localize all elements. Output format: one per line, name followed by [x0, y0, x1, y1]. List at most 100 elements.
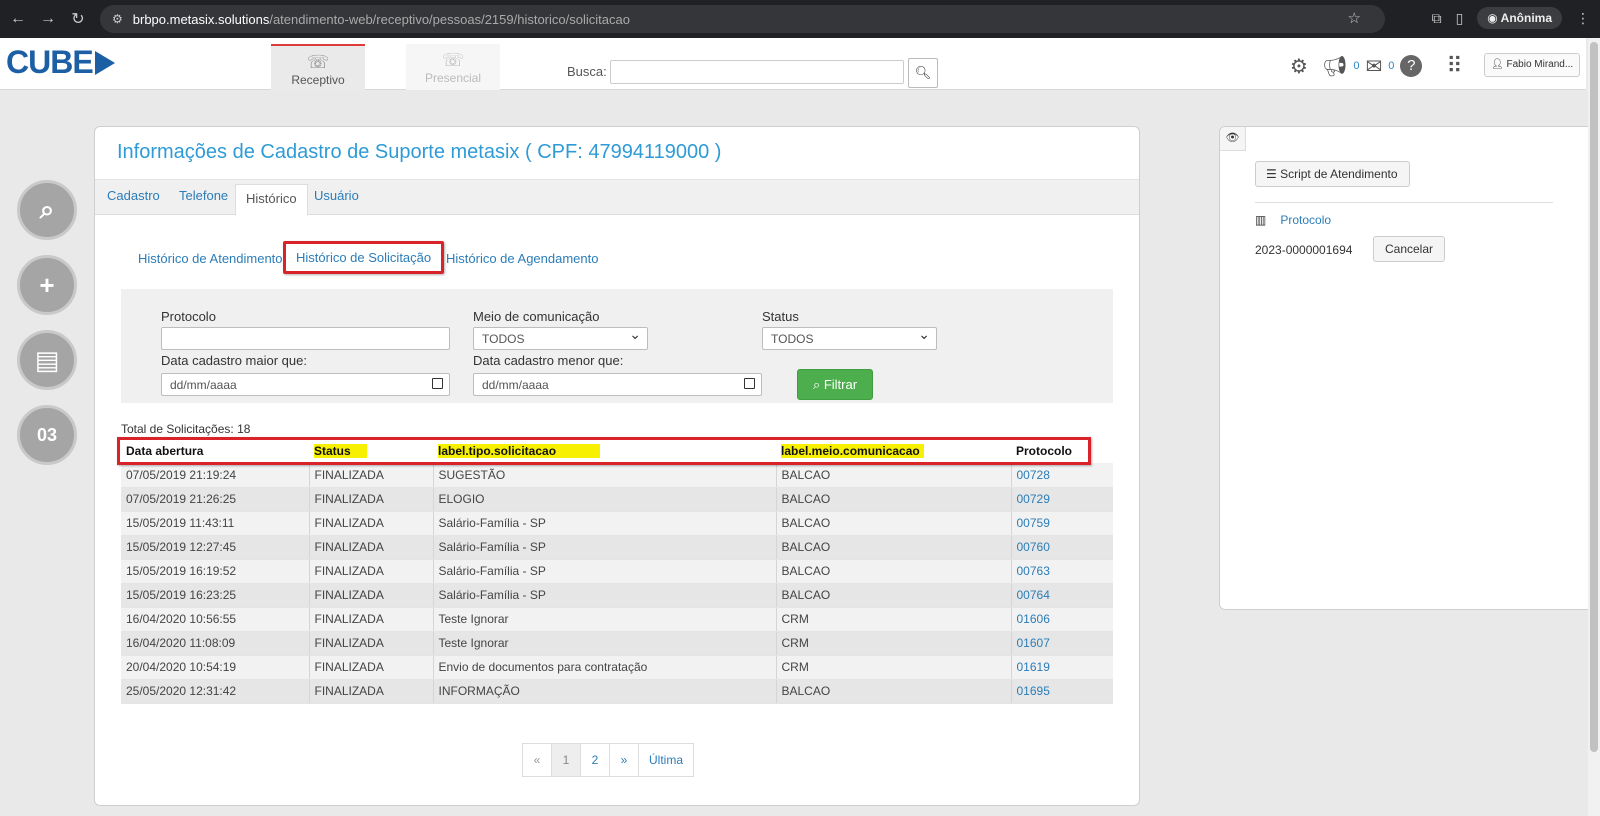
calendar-icon[interactable]: 03 — [17, 405, 77, 465]
protocolo-input[interactable] — [161, 327, 450, 350]
cell-meio: BALCAO — [776, 487, 1012, 512]
notification-icon[interactable]: ✉ — [1365, 54, 1382, 79]
pagination-next[interactable]: » — [609, 743, 639, 777]
data-menor-input[interactable]: dd/mm/aaaa — [473, 373, 762, 396]
add-person-icon[interactable]: + — [17, 255, 77, 315]
list-icon: ☰ — [1266, 167, 1281, 181]
col-data-abertura[interactable]: Data abertura — [121, 439, 309, 463]
data-maior-input[interactable]: dd/mm/aaaa — [161, 373, 450, 396]
url-text: brbpo.metasix.solutions/atendimento-web/… — [132, 11, 630, 27]
notification-count: 0 — [1388, 60, 1395, 72]
cell-protocolo[interactable]: 00760 — [1011, 535, 1113, 560]
calendar-picker-icon[interactable] — [744, 378, 755, 389]
reload-icon[interactable]: ↻ — [66, 7, 90, 31]
calendar-picker-icon[interactable] — [432, 378, 443, 389]
cell-protocolo[interactable]: 00763 — [1011, 559, 1113, 584]
bookmark-star-icon[interactable]: ☆ — [1348, 9, 1361, 27]
cell-protocolo[interactable]: 01695 — [1011, 679, 1113, 704]
cell-protocolo[interactable]: 00764 — [1011, 583, 1113, 608]
cube-logo[interactable]: CUBE — [6, 44, 115, 81]
cell-meio: BALCAO — [776, 559, 1012, 584]
pagination-page-1[interactable]: 1 — [551, 743, 581, 777]
cell-protocolo[interactable]: 01619 — [1011, 655, 1113, 680]
subtab-historico-solicitacao[interactable]: Histórico de Solicitação — [283, 241, 445, 274]
site-info-icon[interactable]: ⚙ — [112, 12, 123, 26]
col-tipo-solicitacao[interactable]: label.tipo.solicitacao — [433, 439, 776, 463]
tab-receptivo[interactable]: ☏ Receptivo — [271, 44, 365, 90]
pagination-page-2[interactable]: 2 — [580, 743, 610, 777]
cell-protocolo[interactable]: 00759 — [1011, 511, 1113, 536]
apps-grid-icon[interactable]: ⠿ — [1446, 53, 1462, 79]
eye-icon[interactable]: 👁︎ — [1220, 127, 1246, 151]
search-button[interactable]: 🔍︎ — [908, 58, 938, 88]
user-menu-button[interactable]: 👤︎ Fabio Mirand... — [1484, 53, 1580, 77]
cell-tipo: INFORMAÇÃO — [433, 679, 777, 704]
phone-icon: ☏ — [441, 50, 465, 70]
cell-tipo: Teste Ignorar — [433, 631, 777, 656]
cell-data-abertura: 07/05/2019 21:19:24 — [121, 463, 310, 488]
logo-play-icon — [94, 51, 115, 75]
incognito-badge[interactable]: ◉ Anônima — [1477, 7, 1562, 29]
tab-telefone[interactable]: Telefone — [179, 188, 228, 203]
tab-cadastro[interactable]: Cadastro — [107, 188, 160, 203]
gear-icon[interactable]: ⚙ — [1290, 54, 1308, 79]
col-meio-comunicacao[interactable]: label.meio.comunicacao — [776, 439, 1011, 463]
cell-protocolo[interactable]: 01606 — [1011, 607, 1113, 632]
help-icon[interactable]: ? — [1400, 55, 1423, 77]
add-document-icon[interactable]: ▤ — [17, 330, 77, 390]
side-panel-icon[interactable]: ▯ — [1456, 10, 1464, 27]
cell-protocolo[interactable]: 00728 — [1011, 463, 1113, 488]
address-bar[interactable]: ⚙ brbpo.metasix.solutions/atendimento-we… — [100, 5, 1385, 33]
cell-data-abertura: 15/05/2019 12:27:45 — [121, 535, 310, 560]
subtab-historico-agendamento[interactable]: Histórico de Agendamento — [446, 251, 598, 266]
cell-meio: BALCAO — [776, 511, 1012, 536]
cell-protocolo[interactable]: 01607 — [1011, 631, 1113, 656]
pagination-prev[interactable]: « — [522, 743, 552, 777]
cell-protocolo[interactable]: 00729 — [1011, 487, 1113, 512]
phone-icon: ☏ — [306, 52, 330, 72]
cell-data-abertura: 16/04/2020 10:56:55 — [121, 607, 310, 632]
cell-data-abertura: 16/04/2020 11:08:09 — [121, 631, 310, 656]
status-select[interactable]: TODOS — [762, 326, 937, 350]
filtrar-button[interactable]: ⌕ Filtrar — [797, 369, 873, 400]
col-status[interactable]: Status — [309, 439, 433, 463]
cell-status: FINALIZADA — [309, 487, 434, 512]
search-label: Busca: — [567, 64, 607, 79]
megaphone-icon[interactable]: 📢︎ — [1322, 54, 1347, 79]
table-row: 20/04/2020 10:54:19 FINALIZADA Envio de do… — [121, 655, 1113, 680]
script-atendimento-button[interactable]: ☰ Script de Atendimento — [1255, 161, 1410, 187]
cell-status: FINALIZADA — [309, 607, 434, 632]
table-row: 15/05/2019 16:23:25 FINALIZADA Salário-Fam… — [121, 583, 1113, 608]
protocolo-value: 2023-0000001694 — [1255, 243, 1353, 257]
back-icon[interactable]: ← — [6, 7, 30, 31]
search-input[interactable] — [610, 60, 904, 84]
header-icons: ⚙ 📢︎ 0 ✉ 0 ? ⠿ — [1290, 53, 1462, 79]
pagination-last[interactable]: Última — [638, 743, 695, 777]
col-protocolo[interactable]: Protocolo — [1011, 439, 1113, 463]
divider — [1255, 202, 1553, 203]
cell-status: FINALIZADA — [309, 631, 434, 656]
subtab-historico-atendimento[interactable]: Histórico de Atendimento — [138, 251, 283, 266]
table-row: 07/05/2019 21:26:25 FINALIZADA ELOGIO BALCA… — [121, 487, 1113, 512]
search-icon: 🔍︎ — [914, 65, 932, 80]
page-scrollbar[interactable] — [1588, 38, 1600, 816]
search-icon: ⌕ — [812, 377, 824, 392]
browser-menu-icon[interactable]: ⋮ — [1576, 10, 1590, 27]
table-row: 07/05/2019 21:19:24 FINALIZADA SUGESTÃO BAL… — [121, 463, 1113, 488]
tab-presencial[interactable]: ☏ Presencial — [406, 44, 500, 90]
tab-usuario[interactable]: Usuário — [314, 188, 359, 203]
cancelar-button[interactable]: Cancelar — [1373, 236, 1445, 262]
total-solicitacoes: Total de Solicitações: 18 — [121, 422, 251, 436]
cell-data-abertura: 15/05/2019 16:23:25 — [121, 583, 310, 608]
cell-status: FINALIZADA — [309, 583, 434, 608]
table-row: 15/05/2019 16:19:52 FINALIZADA Salário-Fam… — [121, 559, 1113, 584]
browser-actions: ⧉ ▯ ◉ Anônima ⋮ — [1432, 7, 1590, 29]
solicitacoes-table: Data abertura Status label.tipo.solicita… — [121, 439, 1113, 704]
cell-meio: CRM — [776, 607, 1012, 632]
extensions-icon[interactable]: ⧉ — [1432, 10, 1442, 27]
tab-historico[interactable]: Histórico — [235, 184, 308, 216]
meio-select[interactable]: TODOS — [473, 326, 648, 350]
scrollbar-thumb[interactable] — [1590, 42, 1598, 752]
search-person-icon[interactable]: ⌕ — [17, 180, 77, 240]
forward-icon[interactable]: → — [36, 7, 60, 31]
